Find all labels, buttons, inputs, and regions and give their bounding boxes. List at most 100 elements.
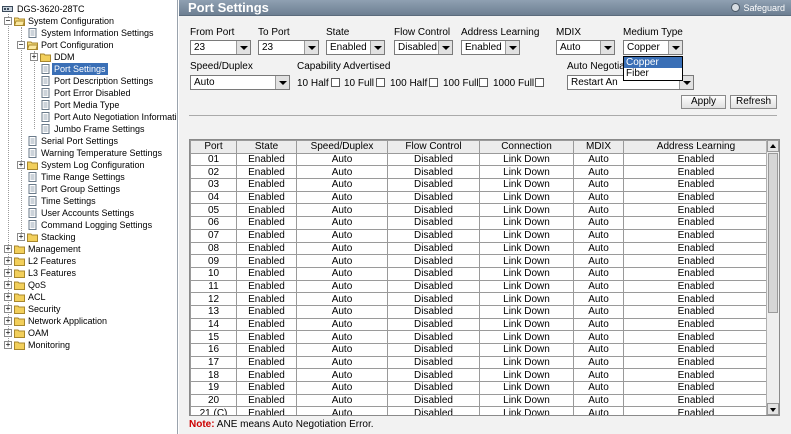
sidebar-item[interactable]: − Port Configuration: [0, 39, 177, 51]
footnote: Note: ANE means Auto Negotiation Error.: [189, 419, 374, 431]
scrollbar-thumb[interactable]: [768, 153, 778, 313]
table-cell: Link Down: [479, 381, 574, 395]
table-cell: Disabled: [387, 368, 480, 383]
table-cell: Enabled: [236, 190, 297, 205]
page-icon: [28, 136, 37, 146]
sidebar-item[interactable]: User Accounts Settings: [0, 207, 177, 219]
sidebar-item[interactable]: Command Logging Settings: [0, 219, 177, 231]
table-row: 21 (C) Enabled Auto Disabled Link Down Auto En…: [190, 406, 769, 415]
sidebar-item[interactable]: Serial Port Settings: [0, 135, 177, 147]
scroll-down-icon[interactable]: [767, 403, 779, 415]
expand-icon[interactable]: +: [4, 341, 12, 349]
chevron-down-icon: [370, 41, 384, 54]
expand-icon[interactable]: +: [4, 329, 12, 337]
refresh-button[interactable]: Refresh: [730, 95, 777, 109]
sidebar-item[interactable]: + DDM: [0, 51, 177, 63]
sidebar-item[interactable]: + Stacking: [0, 231, 177, 243]
table-row: 15 Enabled Auto Disabled Link Down Auto Enable…: [190, 330, 769, 344]
table-cell: Disabled: [387, 330, 480, 344]
sidebar-item[interactable]: Time Range Settings: [0, 171, 177, 183]
sidebar-item[interactable]: Time Settings: [0, 195, 177, 207]
expand-icon[interactable]: +: [4, 245, 12, 253]
table-cell: Disabled: [387, 406, 480, 415]
expand-icon[interactable]: +: [4, 281, 12, 289]
collapse-icon[interactable]: −: [4, 17, 12, 25]
table-row: 08 Enabled Auto Disabled Link Down Auto Enable…: [190, 241, 769, 256]
sidebar-item[interactable]: + ACL: [0, 291, 177, 303]
sidebar-item[interactable]: + L2 Features: [0, 255, 177, 267]
state-select[interactable]: Enabled: [326, 40, 385, 55]
expand-icon[interactable]: +: [17, 233, 25, 241]
sidebar-item[interactable]: + L3 Features: [0, 267, 177, 279]
sidebar-item[interactable]: + QoS: [0, 279, 177, 291]
cap-10full-label: 10 Full: [344, 78, 375, 89]
sidebar-item[interactable]: Port Group Settings: [0, 183, 177, 195]
cap-10half-checkbox[interactable]: [331, 78, 340, 87]
sidebar-item[interactable]: + Monitoring: [0, 339, 177, 351]
medium-type-dropdown-list: Copper Fiber: [623, 56, 683, 81]
sidebar-item[interactable]: Warning Temperature Settings: [0, 147, 177, 159]
table-cell: Disabled: [387, 292, 480, 306]
table-cell: Auto: [296, 241, 388, 256]
table-cell: Disabled: [387, 266, 480, 281]
to-port-select[interactable]: 23: [258, 40, 319, 55]
sidebar-item[interactable]: Port Media Type: [0, 99, 177, 111]
medium-type-select[interactable]: Copper: [623, 40, 683, 55]
scroll-up-icon[interactable]: [767, 140, 779, 152]
table-cell: Enabled: [236, 216, 297, 230]
cap-100full-checkbox[interactable]: [479, 78, 488, 87]
vertical-scrollbar[interactable]: [766, 140, 779, 415]
sidebar-item[interactable]: + Security: [0, 303, 177, 315]
table-cell: Auto: [573, 254, 624, 268]
sidebar-item[interactable]: Port Description Settings: [0, 75, 177, 87]
table-cell: Disabled: [387, 216, 480, 230]
expand-icon[interactable]: +: [4, 293, 12, 301]
sidebar-item[interactable]: System Information Settings: [0, 27, 177, 39]
sidebar-item[interactable]: − System Configuration: [0, 15, 177, 27]
folder-icon: [14, 317, 25, 326]
table-cell: Disabled: [387, 190, 480, 205]
sidebar-item[interactable]: + Management: [0, 243, 177, 255]
cap-1000full-checkbox[interactable]: [535, 78, 544, 87]
expand-icon[interactable]: +: [17, 161, 25, 169]
expand-icon[interactable]: +: [4, 305, 12, 313]
table-cell: 01: [190, 152, 237, 167]
cap-100half-checkbox[interactable]: [429, 78, 438, 87]
table-row: 16 Enabled Auto Disabled Link Down Auto Enable…: [190, 343, 769, 357]
sidebar-item[interactable]: Port Error Disabled: [0, 87, 177, 99]
cap-10full-checkbox[interactable]: [376, 78, 385, 87]
sidebar-item[interactable]: Jumbo Frame Settings: [0, 123, 177, 135]
navigation-tree: DGS-3620-28TC − System Configuration Syste…: [0, 0, 178, 434]
sidebar-item-label: Security: [28, 304, 61, 314]
flow-control-select[interactable]: Disabled: [394, 40, 453, 55]
sidebar-item[interactable]: + System Log Configuration: [0, 159, 177, 171]
table-cell: Enabled: [236, 279, 297, 294]
table-cell: Auto: [296, 393, 388, 408]
table-cell: Link Down: [479, 178, 574, 192]
chevron-down-icon: [236, 41, 250, 54]
safeguard-label: Safeguard: [743, 3, 785, 13]
from-port-select[interactable]: 23: [190, 40, 251, 55]
sidebar-item[interactable]: + Network Application: [0, 315, 177, 327]
sidebar-item[interactable]: Port Auto Negotiation Information: [0, 111, 177, 123]
sidebar-item-label: User Accounts Settings: [41, 208, 135, 218]
medium-option-copper[interactable]: Copper: [624, 57, 682, 68]
expand-icon[interactable]: +: [30, 53, 38, 61]
collapse-icon[interactable]: −: [17, 41, 25, 49]
expand-icon[interactable]: +: [4, 317, 12, 325]
medium-type-value: Copper: [627, 42, 660, 53]
expand-icon[interactable]: +: [4, 257, 12, 265]
speed-duplex-select[interactable]: Auto: [190, 75, 290, 90]
medium-option-fiber[interactable]: Fiber: [624, 68, 682, 79]
table-cell: Disabled: [387, 317, 480, 332]
expand-icon[interactable]: +: [4, 269, 12, 277]
mdix-select[interactable]: Auto: [556, 40, 615, 55]
table-cell: 07: [190, 228, 237, 243]
page-icon: [28, 172, 37, 182]
table-cell: Disabled: [387, 241, 480, 256]
apply-button[interactable]: Apply: [681, 95, 726, 109]
sidebar-item[interactable]: + OAM: [0, 327, 177, 339]
table-cell: Enabled: [623, 292, 769, 306]
address-learning-select[interactable]: Enabled: [461, 40, 520, 55]
sidebar-item[interactable]: Port Settings: [0, 63, 177, 75]
